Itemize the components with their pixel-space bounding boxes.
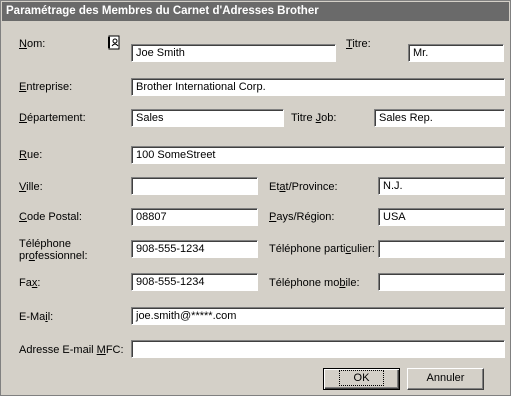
titre-input[interactable]: Mr. (408, 44, 504, 62)
etat-province-input[interactable]: N.J. (378, 177, 505, 195)
fax-label: Fax: (19, 277, 41, 289)
pays-region-label: Pays/Région: (269, 211, 335, 223)
tel-mobile-label: Téléphone mobile: (269, 277, 360, 289)
titre-job-input[interactable]: Sales Rep. (374, 109, 505, 127)
tel-particulier-input[interactable] (378, 240, 505, 258)
departement-input[interactable]: Sales (131, 109, 284, 127)
nom-label: Nom: (19, 38, 46, 50)
etat-province-label: Etat/Province: (269, 181, 338, 193)
ville-label: Ville: (19, 181, 43, 193)
tel-particulier-label: Téléphone particulier: (269, 243, 375, 255)
rue-label: Rue: (19, 149, 43, 161)
rue-input[interactable]: 100 SomeStreet (131, 146, 505, 164)
tel-pro-label: Téléphone professionnel: (19, 238, 88, 262)
code-postal-label: Code Postal: (19, 211, 82, 223)
ville-input[interactable] (131, 177, 258, 195)
tel-mobile-input[interactable] (378, 273, 505, 291)
email-mfc-label: Adresse E-mail MFC: (19, 344, 124, 356)
ok-button[interactable]: OK (323, 368, 400, 390)
departement-label: Département: (19, 112, 86, 124)
titre-label: Titre: (346, 38, 371, 50)
nom-input[interactable]: Joe Smith (131, 44, 336, 62)
fax-input[interactable]: 908-555-1234 (131, 273, 258, 291)
pays-region-input[interactable]: USA (378, 208, 505, 226)
dialog-title: Paramétrage des Membres du Carnet d'Adre… (2, 2, 509, 21)
titre-job-label: Titre Job: (291, 112, 337, 124)
address-book-member-dialog: Paramétrage des Membres du Carnet d'Adre… (0, 0, 511, 396)
cancel-button[interactable]: Annuler (407, 368, 484, 390)
email-input[interactable]: joe.smith@*****.com (131, 307, 505, 325)
email-label: E-Mail: (19, 311, 54, 323)
email-mfc-input[interactable] (131, 340, 505, 358)
entreprise-input[interactable]: Brother International Corp. (131, 78, 505, 96)
code-postal-input[interactable]: 08807 (131, 208, 258, 226)
entreprise-label: Entreprise: (19, 81, 73, 93)
tel-pro-input[interactable]: 908-555-1234 (131, 240, 258, 258)
address-book-icon[interactable] (106, 35, 122, 51)
